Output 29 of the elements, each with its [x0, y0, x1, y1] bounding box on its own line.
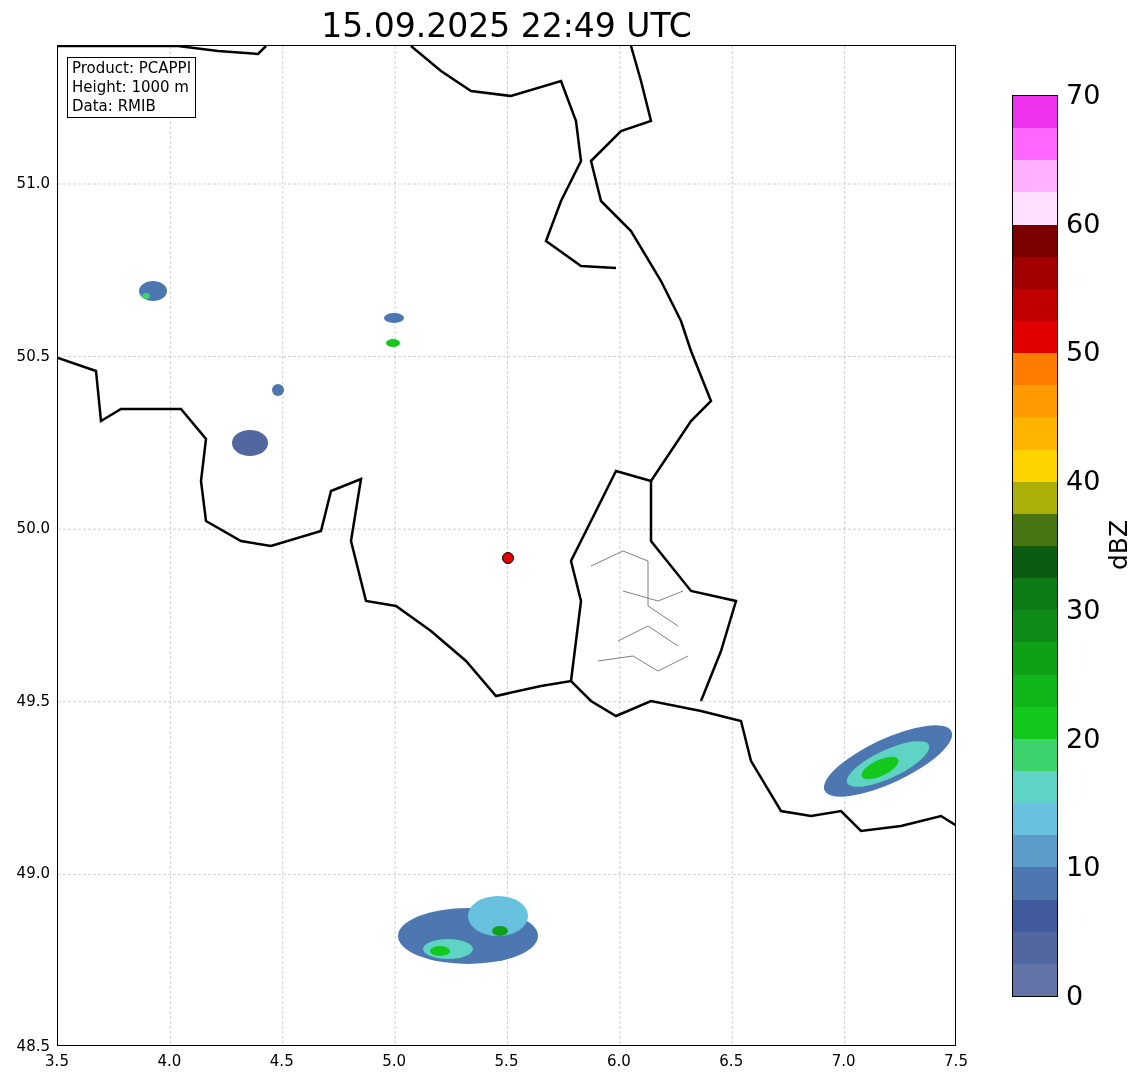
- info-line: Height: 1000 m: [72, 78, 190, 97]
- colorbar-tick-label: 0: [1066, 981, 1084, 1011]
- radar-site-marker: [502, 552, 514, 564]
- colorbar-tick-label: 50: [1066, 337, 1101, 368]
- y-tick-label: 51.0: [15, 174, 50, 192]
- x-tick-label: 6.0: [606, 1052, 631, 1070]
- y-tick-label: 50.5: [15, 346, 50, 365]
- colorbar-label: dBZ: [1104, 519, 1135, 571]
- x-tick-label: 5.0: [382, 1052, 407, 1070]
- x-tick-label: 5.5: [494, 1052, 519, 1070]
- info-line: Data: RMIB: [72, 97, 157, 116]
- colorbar-tick-label: 20: [1066, 723, 1101, 754]
- y-tick-label: 49.5: [15, 691, 50, 710]
- x-tick-label: 4.0: [157, 1052, 182, 1070]
- colorbar-tick-label: 40: [1066, 466, 1101, 497]
- info-line: Product: PCAPPI: [72, 59, 192, 78]
- chart-title: 15.09.2025 22:49 UTC: [320, 5, 693, 47]
- x-tick-label: 6.5: [719, 1052, 744, 1070]
- x-tick-label: 4.5: [269, 1052, 294, 1070]
- y-tick-label: 48.5: [15, 1037, 50, 1055]
- colorbar-tick-label: 60: [1066, 208, 1101, 239]
- colorbar-tick-label: 30: [1066, 594, 1101, 625]
- x-tick-label: 3.5: [45, 1052, 69, 1070]
- y-tick-label: 50.0: [15, 519, 50, 538]
- colorbar-tick-label: 70: [1066, 80, 1101, 110]
- y-tick-label: 49.0: [15, 864, 50, 883]
- x-tick-label: 7.5: [944, 1052, 968, 1070]
- x-tick-label: 7.0: [831, 1052, 856, 1070]
- colorbar-tick-label: 10: [1066, 852, 1101, 883]
